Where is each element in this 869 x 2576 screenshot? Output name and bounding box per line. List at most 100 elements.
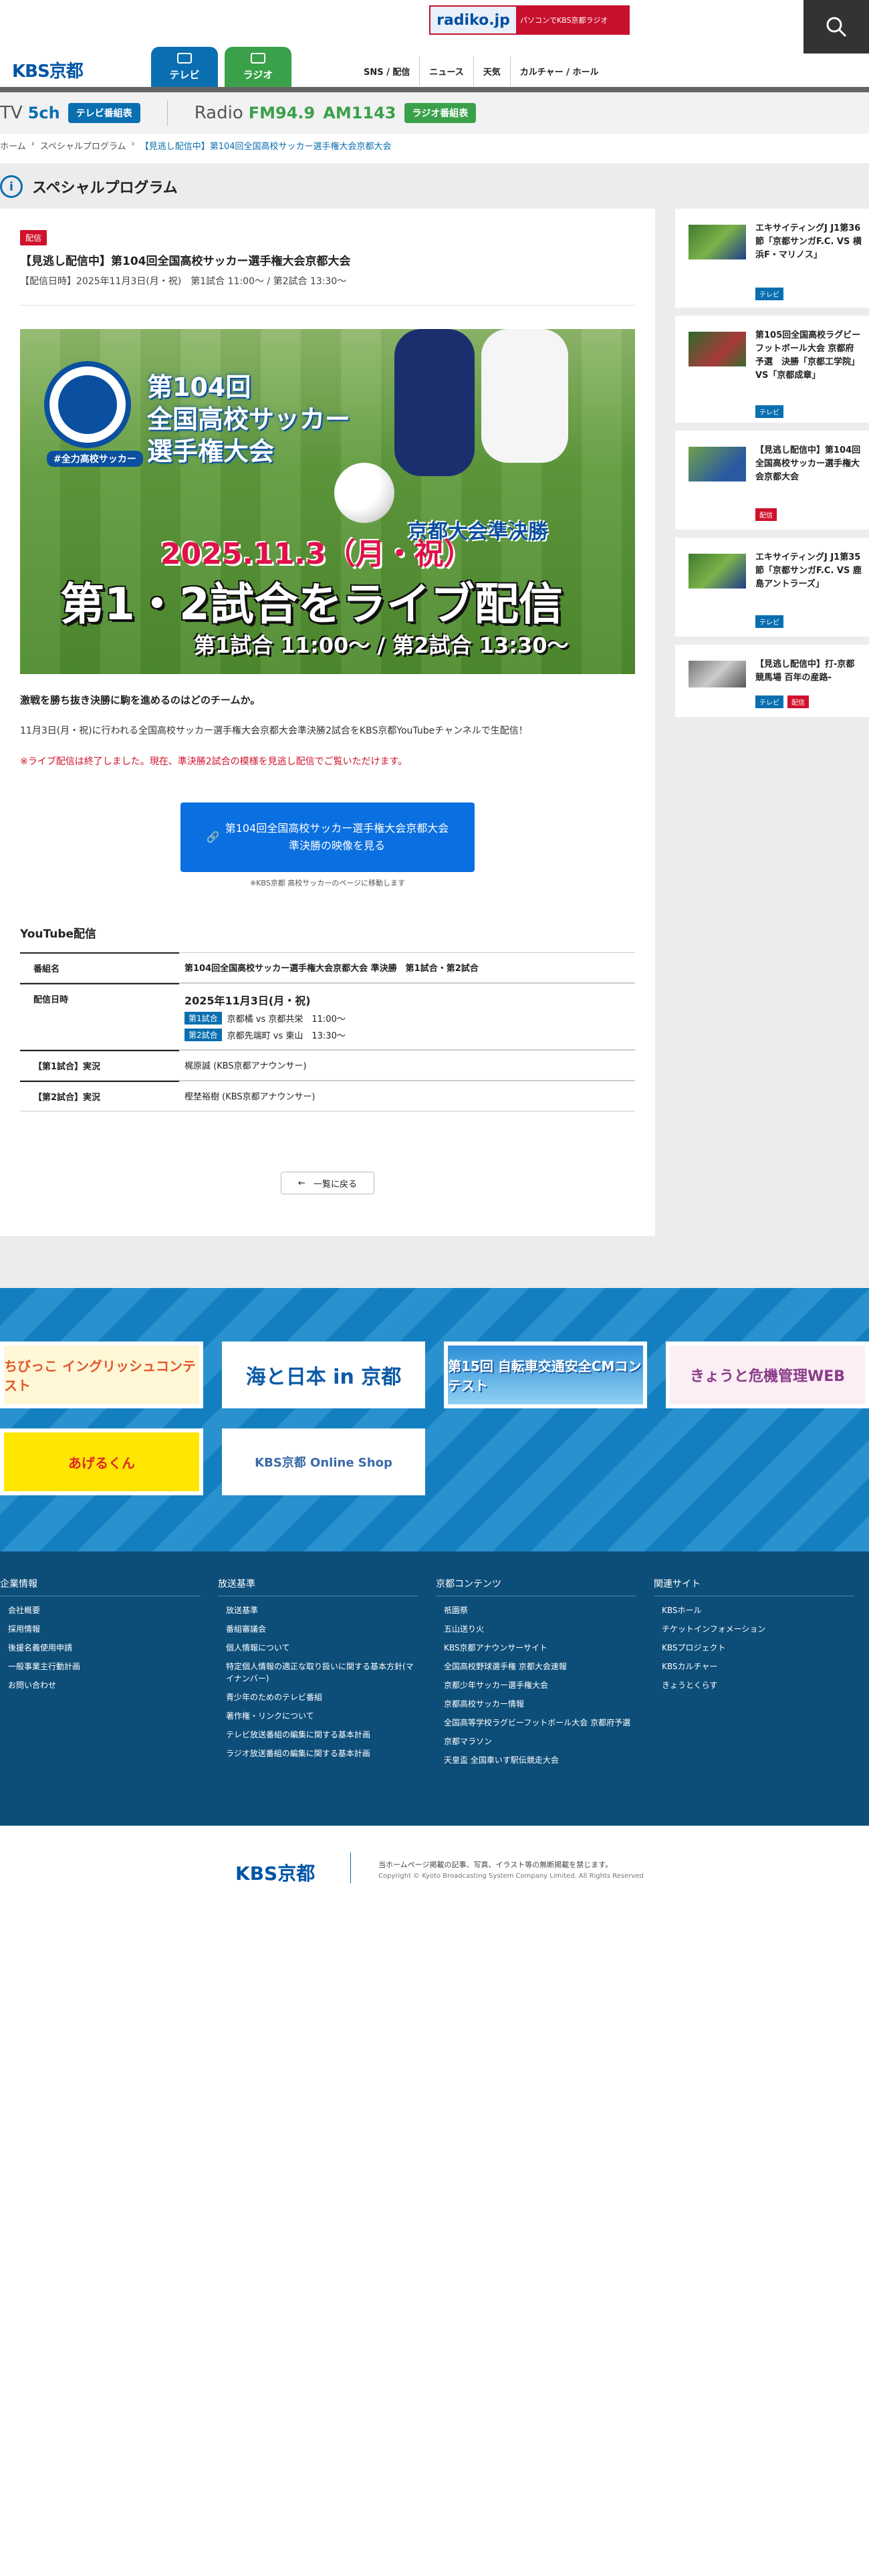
footer-nav: 企業情報 会社概要 採用情報 後援名義使用申請 一般事業主行動計画 お問い合わせ… (0, 1551, 869, 1826)
article-date: 【配信日時】2025年11月3日(月・祝) 第1試合 11:00〜 / 第2試合… (20, 276, 347, 287)
footer-link[interactable]: 祇園祭 (436, 1604, 636, 1616)
footer-link[interactable]: 番組審議会 (218, 1623, 418, 1635)
sidebar-thumbnail (689, 447, 746, 481)
sidebar-item[interactable]: 第105回全国高校ラグビーフットボール大会 京都府予選 決勝「京都工学院」VS「… (675, 316, 869, 431)
emblem-label: #全力高校サッカー (47, 451, 143, 467)
footer-link[interactable]: きょうとくらす (654, 1679, 854, 1691)
footer-link[interactable]: 京都高校サッカー情報 (436, 1698, 636, 1710)
sidebar-item[interactable]: 【見逃し配信中】打-京都競馬場 百年の産路- テレビ 配信 (675, 645, 869, 717)
footer-column-title: 関連サイト (654, 1577, 854, 1596)
banner-bicycle-cm[interactable]: 第15回 自転車交通安全CMコンテスト (444, 1341, 647, 1408)
match-tag: 第2試合 (184, 1029, 222, 1041)
sidebar-thumbnail (689, 554, 746, 588)
article-lead: 激戦を勝ち抜き決勝に駒を進めるのはどのチームか。 (20, 694, 261, 706)
back-label: 一覧に戻る (313, 1179, 357, 1190)
banner-crisis-management[interactable]: きょうと危機管理WEB (666, 1341, 869, 1408)
banner-english-contest[interactable]: ちびっこ イングリッシュコンテスト (0, 1341, 203, 1408)
divider (20, 305, 635, 306)
tv-schedule-button[interactable]: テレビ番組表 (68, 103, 140, 123)
sidebar-item[interactable]: エキサイティングJ J1第35節「京都サンガF.C. VS 鹿島アントラーズ」 … (675, 538, 869, 645)
footer-link[interactable]: 会社概要 (0, 1604, 201, 1616)
footer-link[interactable]: テレビ放送番組の編集に関する基本計画 (218, 1729, 418, 1741)
footer-column: 関連サイト KBSホール チケットインフォメーション KBSプロジェクト KBS… (654, 1577, 854, 1698)
cta-text: 第104回全国高校サッカー選手権大会京都大会 準決勝の映像を見る (225, 820, 449, 854)
emblem-inner (58, 375, 117, 434)
footer-link[interactable]: 青少年のためのテレビ番組 (218, 1691, 418, 1703)
footer-link[interactable]: 個人情報について (218, 1642, 418, 1654)
arrow-left-icon: ← (298, 1178, 305, 1188)
article-title: 【見逃し配信中】第104回全国高校サッカー選手権大会京都大会 (20, 255, 351, 268)
radiko-logo: radiko.jp (430, 7, 516, 33)
back-to-list-button[interactable]: ← 一覧に戻る (281, 1172, 374, 1194)
chevron-right-icon: › (31, 139, 35, 149)
nav-sns[interactable]: SNS / 配信 (354, 56, 419, 86)
tv-icon (177, 53, 192, 64)
breadcrumb-home[interactable]: ホーム (0, 139, 26, 152)
footer-link[interactable]: ラジオ放送番組の編集に関する基本計画 (218, 1747, 418, 1759)
breadcrumb-special[interactable]: スペシャルプログラム (40, 139, 126, 152)
footer-link[interactable]: 放送基準 (218, 1604, 418, 1616)
footer-link[interactable]: 一般事業主行動計画 (0, 1660, 201, 1673)
footer-link[interactable]: 天皇盃 全国車いす駅伝競走大会 (436, 1754, 636, 1766)
tag-tv: テレビ (755, 405, 783, 418)
footer-column: 企業情報 会社概要 採用情報 後援名義使用申請 一般事業主行動計画 お問い合わせ (0, 1577, 201, 1698)
broadcast-table: 番組名 第104回全国高校サッカー選手権大会京都大会 準決勝 第1試合・第2試合… (20, 952, 635, 1111)
banner-online-shop[interactable]: KBS京都 Online Shop (222, 1428, 425, 1495)
sidebar-item[interactable]: 【見逃し配信中】第104回全国高校サッカー選手権大会京都大会 配信 (675, 431, 869, 538)
footer-link[interactable]: KBSカルチャー (654, 1660, 854, 1673)
footer-link[interactable]: 京都マラソン (436, 1735, 636, 1747)
tag-stream: 配信 (755, 508, 777, 521)
banner-umi-to-nippon[interactable]: 海と日本 in 京都 (222, 1341, 425, 1408)
search-button[interactable] (803, 0, 869, 53)
watch-video-button[interactable]: 🔗 第104回全国高校サッカー選手権大会京都大会 準決勝の映像を見る (180, 802, 475, 872)
page-title: スペシャルプログラム (32, 180, 178, 197)
footer-link[interactable]: チケットインフォメーション (654, 1623, 854, 1635)
info-icon: i (0, 175, 23, 198)
footer-link[interactable]: 京都少年サッカー選手権大会 (436, 1679, 636, 1691)
tag-tv: テレビ (755, 615, 783, 628)
banner-agerukun[interactable]: あげるくん (0, 1428, 203, 1495)
banner-date: 2025.11.3（月・祝） (160, 537, 473, 571)
radiko-banner[interactable]: radiko.jp パソコンでKBS京都ラジオ (429, 5, 630, 35)
footer-column: 放送基準 放送基準 番組審議会 個人情報について 特定個人情報の適正な取り扱いに… (218, 1577, 418, 1766)
footer-link[interactable]: 全国高等学校ラグビーフットボール大会 京都府予選 (436, 1717, 636, 1729)
sidebar: エキサイティングJ J1第36節「京都サンガF.C. VS 横浜F・マリノス」 … (675, 209, 869, 717)
tab-radio[interactable]: ラジオ (225, 47, 291, 87)
table-row: 【第2試合】実況 樫埜裕樹 (KBS京都アナウンサー) (20, 1081, 635, 1111)
table-cell: 樫埜裕樹 (KBS京都アナウンサー) (179, 1081, 635, 1111)
header-divider (0, 87, 869, 92)
soccer-ball-icon (334, 463, 394, 523)
footer-link[interactable]: 全国高校野球選手権 京都大会速報 (436, 1660, 636, 1673)
footer-link[interactable]: 著作権・リンクについて (218, 1710, 418, 1722)
sidebar-item[interactable]: エキサイティングJ J1第36節「京都サンガF.C. VS 横浜F・マリノス」 … (675, 209, 869, 316)
footer-link[interactable]: 特定個人情報の適正な取り扱いに関する基本方針(マイナンバー) (218, 1660, 418, 1685)
match-row: 第2試合 京都先端町 vs 東山 13:30〜 (184, 1029, 630, 1041)
channel-bar: TV 5ch テレビ番組表 Radio FM94.9 AM1143 ラジオ番組表 (0, 92, 869, 134)
footer-link[interactable]: KBSプロジェクト (654, 1642, 854, 1654)
tab-tv[interactable]: テレビ (151, 47, 218, 87)
datetime-value: 2025年11月3日(月・祝) (184, 994, 311, 1007)
sidebar-item-title: 第105回全国高校ラグビーフットボール大会 京都府予選 決勝「京都工学院」VS「… (755, 330, 861, 381)
site-logo[interactable]: KBS京都 (12, 58, 84, 82)
footer-logo[interactable]: KBS京都 (235, 1859, 315, 1886)
player-figure (394, 329, 475, 476)
banner-title-3: 選手権大会 (147, 437, 275, 466)
footer-link[interactable]: お問い合わせ (0, 1679, 201, 1691)
radio-schedule-button[interactable]: ラジオ番組表 (404, 103, 477, 123)
footer-link[interactable]: KBSホール (654, 1604, 854, 1616)
tv-label: TV (0, 103, 23, 123)
footer-link[interactable]: 後援名義使用申請 (0, 1642, 201, 1654)
nav-news[interactable]: ニュース (419, 56, 473, 86)
table-row: 配信日時 2025年11月3日(月・祝) 第1試合 京都橘 vs 京都共栄 11:… (20, 983, 635, 1050)
sidebar-tags: テレビ (755, 615, 783, 628)
footer-link[interactable]: 採用情報 (0, 1623, 201, 1635)
table-header-cell: 【第2試合】実況 (20, 1081, 179, 1111)
sidebar-tags: テレビ (755, 405, 783, 418)
footer-link[interactable]: 五山送り火 (436, 1623, 636, 1635)
tab-tv-label: テレビ (169, 69, 200, 81)
nav-culture[interactable]: カルチャー / ホール (509, 56, 608, 86)
footer-link[interactable]: KBS京都アナウンサーサイト (436, 1642, 636, 1654)
nav-weather[interactable]: 天気 (473, 56, 510, 86)
footer-column-title: 京都コンテンツ (436, 1577, 636, 1596)
table-row: 番組名 第104回全国高校サッカー選手権大会京都大会 準決勝 第1試合・第2試合 (20, 952, 635, 983)
